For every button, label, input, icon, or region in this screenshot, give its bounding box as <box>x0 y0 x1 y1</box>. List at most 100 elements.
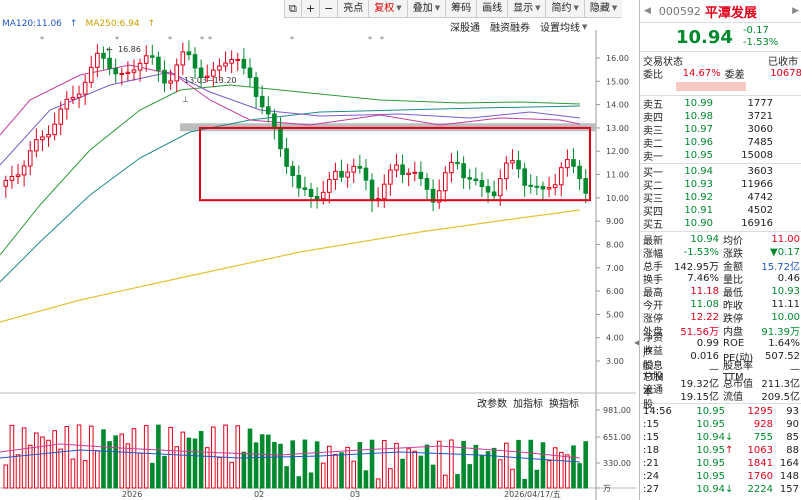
level-price: 10.90 <box>684 218 713 229</box>
star-marker-icon: * <box>208 35 212 44</box>
volume-bar <box>320 462 326 489</box>
volume-tick-label: 651.00 <box>603 433 631 442</box>
tick-row: :21 10.95 1841 164 <box>640 457 801 470</box>
level-qty: 3603 <box>747 166 773 177</box>
candle-body <box>583 178 588 194</box>
volume-bar <box>558 451 564 489</box>
tick-row: :15 10.94 ↓ 755 85 <box>640 431 801 444</box>
candle-body <box>119 73 125 76</box>
toolbar-label: 叠加 <box>412 3 433 14</box>
chevron-down-icon: ▼ <box>611 4 618 12</box>
candle-body <box>95 52 100 68</box>
margin-button[interactable]: 融资融券 <box>490 19 530 34</box>
tick-volume: 928 <box>753 419 773 430</box>
candle-body <box>400 164 405 175</box>
tick-volume: 1760 <box>747 471 773 482</box>
candle-body <box>497 178 503 197</box>
candle-body <box>308 188 314 197</box>
tick-count: 90 <box>786 419 799 430</box>
candle-body <box>565 159 570 169</box>
volume-bar <box>333 453 338 489</box>
zoom-in-icon[interactable]: + <box>300 0 319 17</box>
toolbar-item-chips[interactable]: 筹码 <box>445 0 476 17</box>
candle-body <box>424 177 430 190</box>
toolbar-item-hide[interactable]: 隐藏 ▼ <box>583 0 622 17</box>
volume-bar <box>58 448 64 489</box>
price-tick-label: 9.00 <box>606 217 624 226</box>
kline-chart-area[interactable]: 16.00 15.00 14.00 13.00 12.00 11.00 10.00 9.00 8… <box>0 0 636 500</box>
stat-value: 91.39万 <box>761 327 800 338</box>
stat-value: 15.72亿 <box>761 262 800 273</box>
zoom-out-icon[interactable]: − <box>319 0 337 17</box>
chevron-down-icon: ▼ <box>396 4 402 12</box>
date-tick-label: 02 <box>254 490 264 499</box>
candle-body <box>46 134 51 138</box>
toolbar-item-display[interactable]: 显示 ▼ <box>507 0 545 17</box>
candle-body <box>461 163 466 179</box>
prev-stock-icon[interactable]: ◀ <box>644 6 651 16</box>
volume-bar <box>357 442 363 489</box>
volume-bar <box>223 424 228 489</box>
candle-body <box>272 113 277 129</box>
volume-bar <box>143 425 149 489</box>
price-tick-label: 5.00 <box>606 310 624 319</box>
swap-indicator-button[interactable]: 换指标 <box>549 395 579 410</box>
candle-body <box>406 172 411 175</box>
ma-settings-button[interactable]: 设置均线 ▼ <box>540 19 587 35</box>
tick-price: 10.95 <box>696 445 725 456</box>
chart-actions: 深股通 融资融券 设置均线 ▼ <box>450 19 587 35</box>
tick-arrow-icon: ↓ <box>725 484 734 495</box>
volume-bar <box>455 474 460 489</box>
stat-label: 流值 <box>723 392 743 403</box>
volume-bar <box>101 429 106 489</box>
volume-bar <box>510 468 515 489</box>
stat-value: 10.93 <box>771 286 800 297</box>
price-tick-label: 4.00 <box>606 334 624 343</box>
toolbar-label: 显示 <box>513 3 534 14</box>
tick-arrow-icon: ↓ <box>725 432 734 443</box>
order-level[interactable]: 卖一 10.95 15008 <box>640 149 801 163</box>
toolbar-label: 复权 <box>374 3 395 14</box>
stat-value: 11.18 <box>690 286 719 297</box>
volume-bar <box>497 459 503 489</box>
tick-time: :15 <box>643 419 660 430</box>
toolbar-item-adjust[interactable]: 复权 ▼ <box>368 0 406 17</box>
candle-body <box>223 62 228 67</box>
order-level[interactable]: 买五 10.90 16916 <box>640 217 801 231</box>
change-params-button[interactable]: 改参数 <box>477 395 507 410</box>
candle-body <box>388 169 393 185</box>
candle-body <box>278 127 283 150</box>
candle-body <box>40 136 45 141</box>
stats-table: 最新 10.94 均价 11.00 涨幅 -1.53% 涨跌 ▼0.17 总手 142.95万 金额… <box>640 232 801 411</box>
stat-value: 19.15亿 <box>680 392 719 403</box>
next-stock-icon[interactable]: ▶ <box>792 6 799 16</box>
order-ratio-row: 委比 14.67% 委差 10678 <box>640 67 801 81</box>
kline-chart-svg[interactable]: 16.00 15.00 14.00 13.00 12.00 11.00 10.00 9.00 8… <box>0 0 636 500</box>
candle-body <box>381 183 387 200</box>
candle-body <box>113 67 118 75</box>
add-indicator-button[interactable]: 加指标 <box>513 395 543 410</box>
deep-link-button[interactable]: 深股通 <box>450 19 480 34</box>
toolbar-item-overlay[interactable]: 叠加 ▼ <box>406 0 445 17</box>
candle-body <box>192 54 198 69</box>
price-tick-label: 11.00 <box>606 171 629 180</box>
volume-bar <box>400 458 405 489</box>
tick-time: :18 <box>643 445 660 456</box>
candle-body <box>284 148 289 167</box>
star-marker-icon: * <box>115 35 119 44</box>
tick-row: :24 10.95 1760 148 <box>640 470 801 483</box>
volume-bar <box>351 460 357 489</box>
volume-bar <box>150 462 155 489</box>
candle-body <box>516 160 521 170</box>
toolbar-item-simple[interactable]: 简约 ▼ <box>545 0 583 17</box>
redacted-block <box>676 82 746 91</box>
stat-value: 209.5亿 <box>761 392 800 403</box>
toolbar-item-draw[interactable]: 画线 <box>476 0 507 17</box>
volume-bar <box>522 478 527 489</box>
candle-body <box>558 167 564 186</box>
toolbar-item-highlight[interactable]: 亮点 <box>337 0 368 17</box>
candle-body <box>302 187 308 190</box>
volume-bar <box>540 442 546 489</box>
candle-body <box>241 58 247 69</box>
window-icon[interactable]: ⧉ <box>284 0 301 17</box>
